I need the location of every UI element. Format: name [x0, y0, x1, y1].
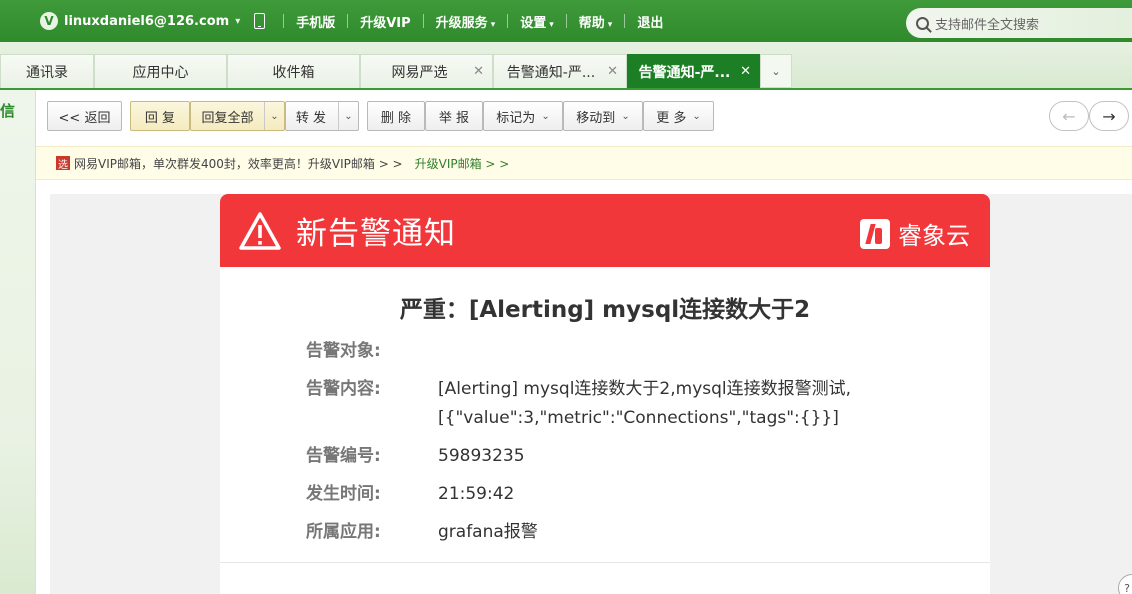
mark-as-label: 标记为	[496, 110, 536, 126]
chevron-down-icon[interactable]: ▾	[235, 16, 240, 27]
divider	[624, 14, 626, 28]
brand-name: 睿象云	[898, 222, 970, 250]
chevron-down-icon: ▾	[549, 19, 554, 30]
tab-bar: 通讯录 应用中心 收件箱 网易严选 ✕ 告警通知-严... ✕ 告警通知-严... ✕…	[0, 42, 1132, 90]
phone-icon[interactable]	[254, 13, 266, 29]
ruixiangyun-logo-icon	[860, 218, 890, 249]
reply-all-label: 回复全部	[201, 110, 254, 126]
alert-card-header: 新告警通知 睿象云	[220, 194, 990, 267]
report-button[interactable]: 举 报	[425, 101, 483, 131]
move-to-menu[interactable]: 移动到 ⌄	[563, 101, 643, 131]
reply-all-button[interactable]: 回复全部 ⌄	[190, 101, 285, 131]
tab-label: 告警通知-严...	[506, 64, 596, 81]
vip-promo-text[interactable]: 网易VIP邮箱，单次群发400封，效率更高！升级VIP邮箱 > >	[74, 155, 403, 172]
upgrade-vip-link[interactable]: 升级VIP邮箱 > >	[415, 155, 510, 172]
reply-button[interactable]: 回 复	[130, 101, 190, 131]
tab-contacts[interactable]: 通讯录	[0, 54, 94, 88]
field-value	[438, 337, 898, 366]
alert-field-row: 所属应用: grafana报警	[306, 518, 898, 547]
tab-alert-mail-1[interactable]: 告警通知-严... ✕	[493, 54, 627, 88]
chevron-down-icon: ⌄	[771, 64, 781, 78]
search-placeholder: 支持邮件全文搜索	[935, 17, 1040, 33]
forward-label: 转 发	[295, 110, 327, 126]
field-label: 告警对象:	[306, 341, 381, 361]
top-bar: V linuxdaniel6@126.com ▾ 手机版 升级VIP 升级服务 ▾…	[0, 0, 1132, 42]
upgrade-service-menu[interactable]: 升级服务 ▾	[436, 12, 496, 31]
tab-label: 应用中心	[132, 64, 189, 81]
field-label: 告警内容:	[306, 379, 381, 399]
delete-button[interactable]: 删 除	[367, 101, 425, 131]
previous-mail-button[interactable]: ←	[1049, 101, 1089, 131]
search-icon	[916, 16, 929, 30]
forward-button[interactable]: 转 发 ⌄	[285, 101, 359, 131]
more-label: 更 多	[656, 110, 687, 126]
arrow-right-icon: →	[1102, 106, 1116, 126]
account-nav: V linuxdaniel6@126.com ▾ 手机版 升级VIP 升级服务 ▾…	[40, 0, 663, 42]
alert-field-row: 告警对象:	[306, 337, 898, 366]
back-button[interactable]: << 返回	[47, 101, 122, 131]
yanxuan-icon: 选	[56, 156, 70, 171]
move-to-label: 移动到	[576, 110, 616, 126]
divider	[347, 14, 349, 28]
mark-as-menu[interactable]: 标记为 ⌄	[483, 101, 563, 131]
tab-label: 网易严选	[391, 64, 448, 81]
tab-list-dropdown[interactable]: ⌄	[760, 54, 792, 88]
chevron-down-icon: ⌄	[692, 110, 701, 122]
upgrade-service-label: 升级服务	[435, 15, 488, 31]
chevron-down-icon: ⌄	[541, 110, 550, 122]
warning-icon	[239, 211, 281, 250]
mail-search-box[interactable]: 支持邮件全文搜索	[906, 8, 1132, 38]
tab-app-center[interactable]: 应用中心	[94, 54, 227, 88]
chevron-down-icon: ▾	[490, 19, 496, 30]
field-label: 告警编号:	[306, 446, 381, 466]
chevron-down-icon: ▾	[607, 19, 613, 30]
alert-card: 新告警通知 睿象云 严重：[Alerting] mysql连接数大于2 告警对象…	[220, 194, 990, 594]
chevron-down-icon: ⌄	[621, 110, 630, 122]
alert-field-row: 发生时间: 21:59:42	[306, 480, 898, 509]
divider	[565, 14, 567, 28]
field-value: 21:59:42	[438, 484, 515, 504]
help-menu[interactable]: 帮助 ▾	[579, 12, 613, 31]
divider	[507, 14, 509, 28]
account-email[interactable]: linuxdaniel6@126.com	[64, 14, 229, 29]
alert-heading: 严重：[Alerting] mysql连接数大于2	[399, 297, 811, 323]
tab-yanxuan[interactable]: 网易严选 ✕	[360, 54, 493, 88]
arrow-left-icon: ←	[1062, 106, 1076, 126]
brand-logo: 睿象云	[860, 216, 970, 251]
alert-field-row: 告警编号: 59893235	[306, 442, 898, 471]
close-icon[interactable]: ✕	[473, 64, 484, 79]
tab-inbox[interactable]: 收件箱	[227, 54, 360, 88]
field-value: 59893235	[438, 446, 525, 466]
field-value: grafana报警	[438, 522, 538, 542]
settings-menu[interactable]: 设置 ▾	[520, 12, 554, 31]
vip-level-icon: V	[40, 12, 58, 30]
logout-link[interactable]: 退出	[637, 12, 663, 31]
tab-label: 通讯录	[26, 64, 68, 81]
divider	[220, 562, 990, 563]
tab-label: 告警通知-严...	[638, 64, 731, 81]
left-sidebar: 信	[0, 90, 36, 594]
vip-promo-bar: 选 网易VIP邮箱，单次群发400封，效率更高！升级VIP邮箱 > > 升级VI…	[36, 146, 1132, 180]
field-label: 发生时间:	[306, 484, 381, 504]
mobile-version-link[interactable]: 手机版	[296, 12, 335, 31]
chevron-down-icon[interactable]: ⌄	[264, 102, 284, 130]
settings-label: 设置	[520, 15, 547, 31]
close-icon[interactable]: ✕	[740, 64, 751, 79]
divider	[283, 14, 285, 28]
chevron-down-icon[interactable]: ⌄	[338, 102, 358, 130]
close-icon[interactable]: ✕	[607, 64, 618, 79]
more-menu[interactable]: 更 多 ⌄	[643, 101, 714, 131]
tab-label: 收件箱	[272, 64, 315, 81]
help-label: 帮助	[578, 15, 605, 31]
sidebar-label[interactable]: 信	[0, 100, 15, 121]
alert-card-title: 新告警通知	[296, 216, 456, 252]
tab-alert-mail-active[interactable]: 告警通知-严... ✕	[627, 54, 760, 88]
next-mail-button[interactable]: →	[1089, 101, 1129, 131]
divider	[422, 14, 424, 28]
field-value: [Alerting] mysql连接数大于2,mysql连接数报警测试,[{"v…	[438, 379, 852, 428]
field-label: 所属应用:	[306, 522, 381, 542]
mail-toolbar: << 返回 回 复 回复全部 ⌄ 转 发 ⌄ 删 除 举 报 标记为 ⌄ 移动到 ⌄…	[36, 92, 1132, 144]
alert-field-row: 告警内容: [Alerting] mysql连接数大于2,mysql连接数报警测…	[306, 375, 886, 433]
upgrade-vip-link[interactable]: 升级VIP	[360, 12, 410, 31]
